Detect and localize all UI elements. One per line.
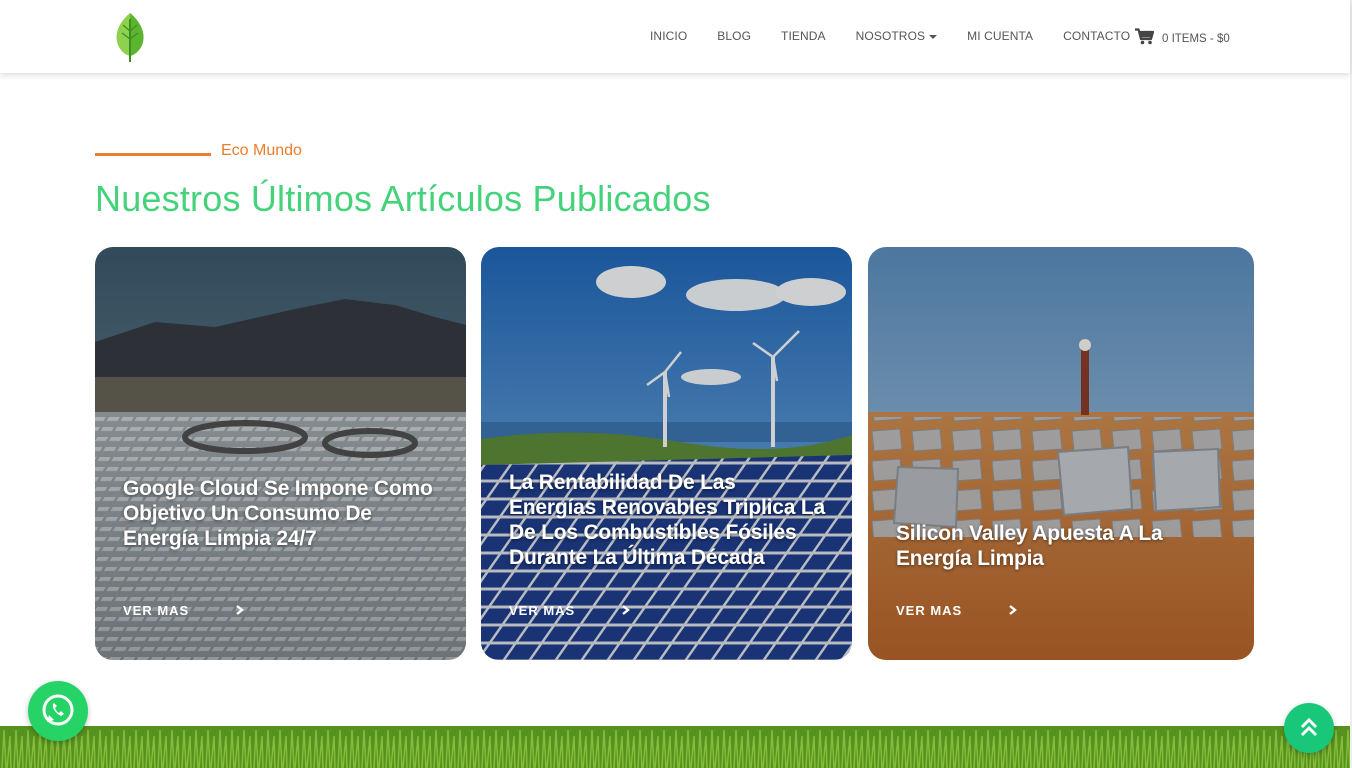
cart-summary: 0 ITEMS - $0 [1162,33,1230,45]
article-image-solar-tower [868,247,1254,660]
eyebrow-rule [95,153,211,156]
caret-down-icon [929,34,938,39]
grass-banner-image [0,726,1350,768]
ver-mas-link[interactable]: VER MAS [896,603,962,618]
chevron-right-icon [622,605,630,615]
nav-nosotros[interactable]: NOSOTROS [855,29,938,43]
double-chevron-up-icon [1300,717,1318,737]
cart-icon [1135,28,1154,45]
main-nav: INICIO BLOG TIENDA NOSOTROS MI CUENTA CO… [650,28,1160,44]
article-title[interactable]: La Rentabilidad De Las Energías Renovabl… [509,470,828,570]
article-image-wind-turbines [481,247,852,660]
nav-inicio[interactable]: INICIO [650,29,687,43]
article-card[interactable]: Google Cloud Se Impone Como Objetivo Un … [95,247,466,660]
site-header: INICIO BLOG TIENDA NOSOTROS MI CUENTA CO… [0,0,1350,73]
back-to-top-button[interactable] [1284,703,1334,753]
article-title[interactable]: Silicon Valley Apuesta A La Energía Limp… [896,521,1230,571]
nav-tienda[interactable]: TIENDA [781,29,826,43]
ver-mas-link[interactable]: VER MAS [509,603,575,618]
section-eyebrow: Eco Mundo [221,142,302,159]
article-image-solar-field [95,247,466,660]
article-card[interactable]: La Rentabilidad De Las Energías Renovabl… [481,247,852,660]
cart-button[interactable]: 0 ITEMS - $0 [1135,28,1230,45]
ver-mas-link[interactable]: VER MAS [123,603,189,618]
nav-blog[interactable]: BLOG [717,29,751,43]
article-card[interactable]: Silicon Valley Apuesta A La Energía Limp… [868,247,1254,660]
chevron-right-icon [1009,605,1017,615]
nav-mi-cuenta[interactable]: MI CUENTA [967,29,1033,43]
whatsapp-button[interactable] [28,681,88,741]
whatsapp-icon [42,694,74,726]
leaf-logo-icon[interactable] [112,11,148,63]
nav-contacto[interactable]: CONTACTO [1063,29,1130,43]
chevron-right-icon [236,605,244,615]
article-title[interactable]: Google Cloud Se Impone Como Objetivo Un … [123,476,442,551]
section-title: Nuestros Últimos Artículos Publicados [95,178,711,219]
nav-nosotros-label: NOSOTROS [855,29,926,43]
